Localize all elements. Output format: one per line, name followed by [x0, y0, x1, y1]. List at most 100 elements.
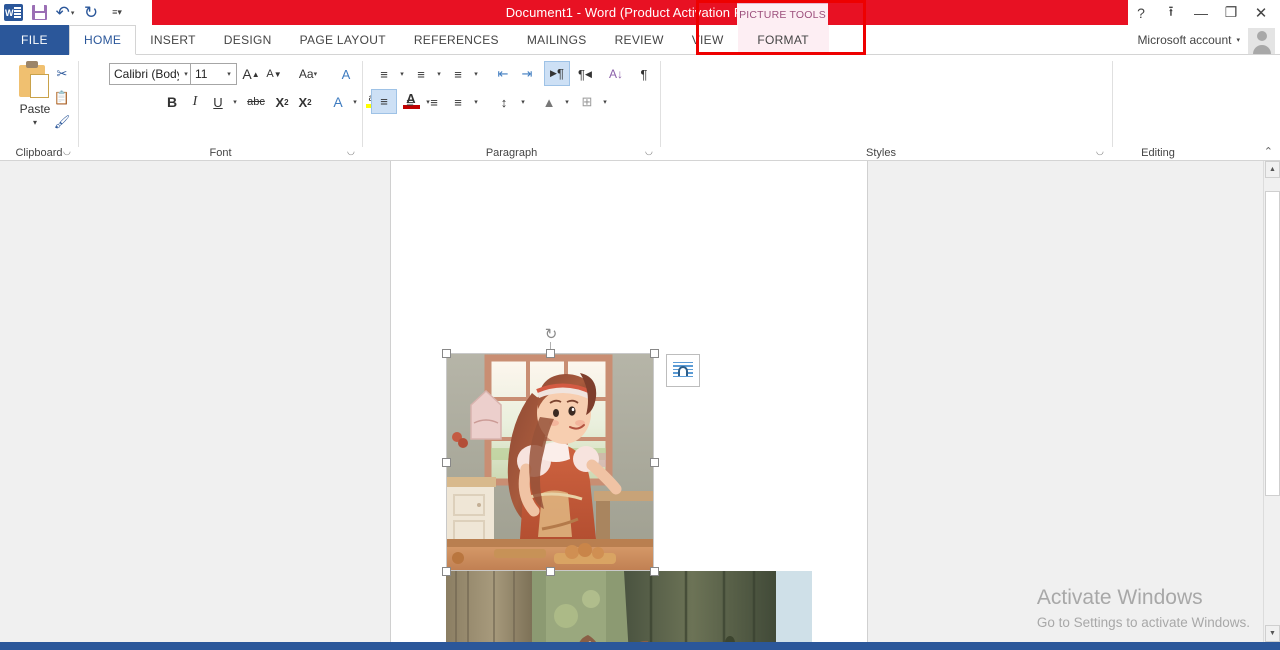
save-icon[interactable] — [26, 0, 52, 25]
redo-icon[interactable]: ↻ — [78, 0, 104, 25]
status-bar[interactable] — [0, 642, 1280, 650]
rotate-handle[interactable]: ↻ — [543, 326, 559, 342]
sort-button[interactable]: A↓ — [604, 63, 628, 85]
bold-button[interactable]: B — [161, 91, 183, 113]
bullets-button[interactable]: ≡ — [372, 63, 396, 85]
document-canvas[interactable]: ↻ Activate Windows Go to Settings to act… — [0, 161, 1280, 642]
resize-handle-middle-right[interactable] — [650, 458, 659, 467]
picture-girl-in-kitchen[interactable] — [446, 353, 654, 571]
show-formatting-marks-button[interactable]: ¶ — [633, 63, 655, 85]
tab-picture-format[interactable]: FORMAT — [738, 25, 829, 55]
avatar[interactable] — [1248, 28, 1275, 54]
vertical-scrollbar[interactable]: ▲ ▼ — [1263, 161, 1280, 642]
grow-font-button[interactable]: A▲ — [240, 63, 262, 85]
tab-references[interactable]: REFERENCES — [400, 25, 513, 55]
bullets-dropdown[interactable]: ▾ — [396, 63, 408, 85]
resize-handle-bottom-center[interactable] — [546, 567, 555, 576]
tab-insert[interactable]: INSERT — [136, 25, 210, 55]
picture-girl-in-kitchen-graphic — [446, 353, 654, 571]
tab-file[interactable]: FILE — [0, 25, 69, 55]
borders-button[interactable]: ⊞ — [575, 91, 599, 113]
italic-button[interactable]: I — [184, 91, 206, 113]
minimize-button[interactable]: — — [1186, 0, 1216, 25]
align-right-button[interactable]: ≡ — [422, 91, 446, 113]
close-button[interactable]: ✕ — [1246, 0, 1276, 25]
tab-design[interactable]: DESIGN — [210, 25, 286, 55]
font-dialog-launcher[interactable]: ◡ — [347, 146, 358, 157]
styles-dialog-launcher[interactable]: ◡ — [1096, 146, 1107, 157]
clear-formatting-button[interactable]: A — [334, 63, 358, 85]
text-effects-dropdown[interactable]: ▾ — [349, 91, 361, 113]
font-name-combobox[interactable]: Calibri (Body) ▾ — [109, 63, 194, 85]
shrink-font-button[interactable]: A▼ — [263, 63, 285, 85]
styles-group-label: Styles — [661, 147, 1101, 159]
resize-handle-top-right[interactable] — [650, 349, 659, 358]
shading-dropdown[interactable]: ▾ — [561, 91, 573, 113]
paragraph-dialog-launcher[interactable]: ◡ — [645, 146, 656, 157]
clipboard-dialog-launcher[interactable]: ◡ — [63, 146, 74, 157]
underline-dropdown[interactable]: ▾ — [229, 91, 241, 113]
shading-button[interactable]: ▲ — [537, 91, 561, 113]
multilevel-list-dropdown[interactable]: ▾ — [470, 63, 482, 85]
resize-handle-middle-left[interactable] — [442, 458, 451, 467]
collapse-ribbon-button[interactable]: ⌃ — [1264, 145, 1273, 158]
text-effects-button[interactable]: A — [327, 91, 349, 113]
decrease-indent-button[interactable]: ⇤ — [491, 63, 515, 85]
borders-dropdown[interactable]: ▾ — [599, 91, 611, 113]
change-case-icon: Aa — [299, 67, 314, 81]
numbering-dropdown[interactable]: ▾ — [433, 63, 445, 85]
rtl-text-direction-button[interactable]: ¶◀ — [572, 63, 598, 85]
line-spacing-button[interactable]: ↕ — [491, 91, 517, 113]
document-title: Document1 - Word (Product Activation Fai… — [152, 0, 1128, 25]
superscript-button[interactable]: X2 — [294, 91, 316, 113]
tab-home[interactable]: HOME — [69, 25, 136, 55]
underline-button[interactable]: U — [207, 91, 229, 113]
watermark-subtitle: Go to Settings to activate Windows. — [1037, 612, 1250, 634]
multilevel-list-button[interactable]: ≡ — [446, 63, 470, 85]
clear-formatting-icon: A — [342, 67, 351, 82]
ltr-text-direction-button[interactable]: ▶¶ — [544, 61, 570, 86]
restore-button[interactable]: ❐ — [1216, 0, 1246, 25]
tab-review[interactable]: REVIEW — [601, 25, 678, 55]
microsoft-account-menu[interactable]: Microsoft account ▾ — [1137, 26, 1240, 54]
font-size-combobox[interactable]: 11 ▾ — [190, 63, 237, 85]
font-name-value: Calibri (Body) — [110, 67, 179, 81]
sort-icon: A↓ — [609, 67, 623, 81]
strikethrough-icon: abc — [247, 96, 265, 108]
scrollbar-thumb[interactable] — [1265, 191, 1280, 496]
line-spacing-icon: ↕ — [501, 95, 508, 110]
help-icon[interactable]: ? — [1126, 0, 1156, 25]
tab-mailings[interactable]: MAILINGS — [513, 25, 601, 55]
scroll-up-button[interactable]: ▲ — [1265, 161, 1280, 178]
change-case-button[interactable]: Aa▾ — [292, 63, 324, 85]
scroll-down-button[interactable]: ▼ — [1265, 625, 1280, 642]
ribbon-display-options-icon[interactable]: ⭱ — [1156, 0, 1186, 25]
resize-handle-bottom-right[interactable] — [650, 567, 659, 576]
increase-indent-icon: ⇥ — [522, 66, 533, 82]
borders-icon: ⊞ — [582, 94, 593, 110]
strikethrough-button[interactable]: abc — [243, 91, 269, 113]
tab-view[interactable]: VIEW — [678, 25, 738, 55]
tab-page-layout[interactable]: PAGE LAYOUT — [286, 25, 400, 55]
paste-icon — [17, 61, 53, 101]
resize-handle-top-center[interactable] — [546, 349, 555, 358]
undo-icon[interactable]: ↶▾ — [52, 0, 78, 25]
subscript-button[interactable]: X2 — [271, 91, 293, 113]
justify-button[interactable]: ≡ — [446, 91, 470, 113]
format-painter-icon[interactable]: 🖌 — [50, 111, 74, 133]
cut-icon[interactable]: ✂ — [50, 63, 74, 85]
numbering-button[interactable]: ≡ — [409, 63, 433, 85]
picture-wolf-in-forest[interactable] — [446, 571, 812, 642]
align-center-button[interactable]: ≡ — [398, 91, 422, 113]
resize-handle-bottom-left[interactable] — [442, 567, 451, 576]
align-left-button[interactable]: ≡ — [371, 89, 397, 114]
copy-icon[interactable]: 📋 — [50, 87, 74, 109]
justify-dropdown[interactable]: ▾ — [470, 91, 482, 113]
ribbon-tab-strip: FILE HOME INSERT DESIGN PAGE LAYOUT REFE… — [0, 25, 1280, 55]
resize-handle-top-left[interactable] — [442, 349, 451, 358]
layout-options-button[interactable] — [666, 354, 700, 387]
customize-quick-access-toolbar-icon[interactable]: ≡▾ — [104, 0, 130, 25]
increase-indent-button[interactable]: ⇥ — [515, 63, 539, 85]
line-spacing-dropdown[interactable]: ▾ — [517, 91, 529, 113]
ribbon-group-clipboard: Paste ▾ ✂ 📋 🖌 Clipboard ◡ — [0, 55, 78, 161]
